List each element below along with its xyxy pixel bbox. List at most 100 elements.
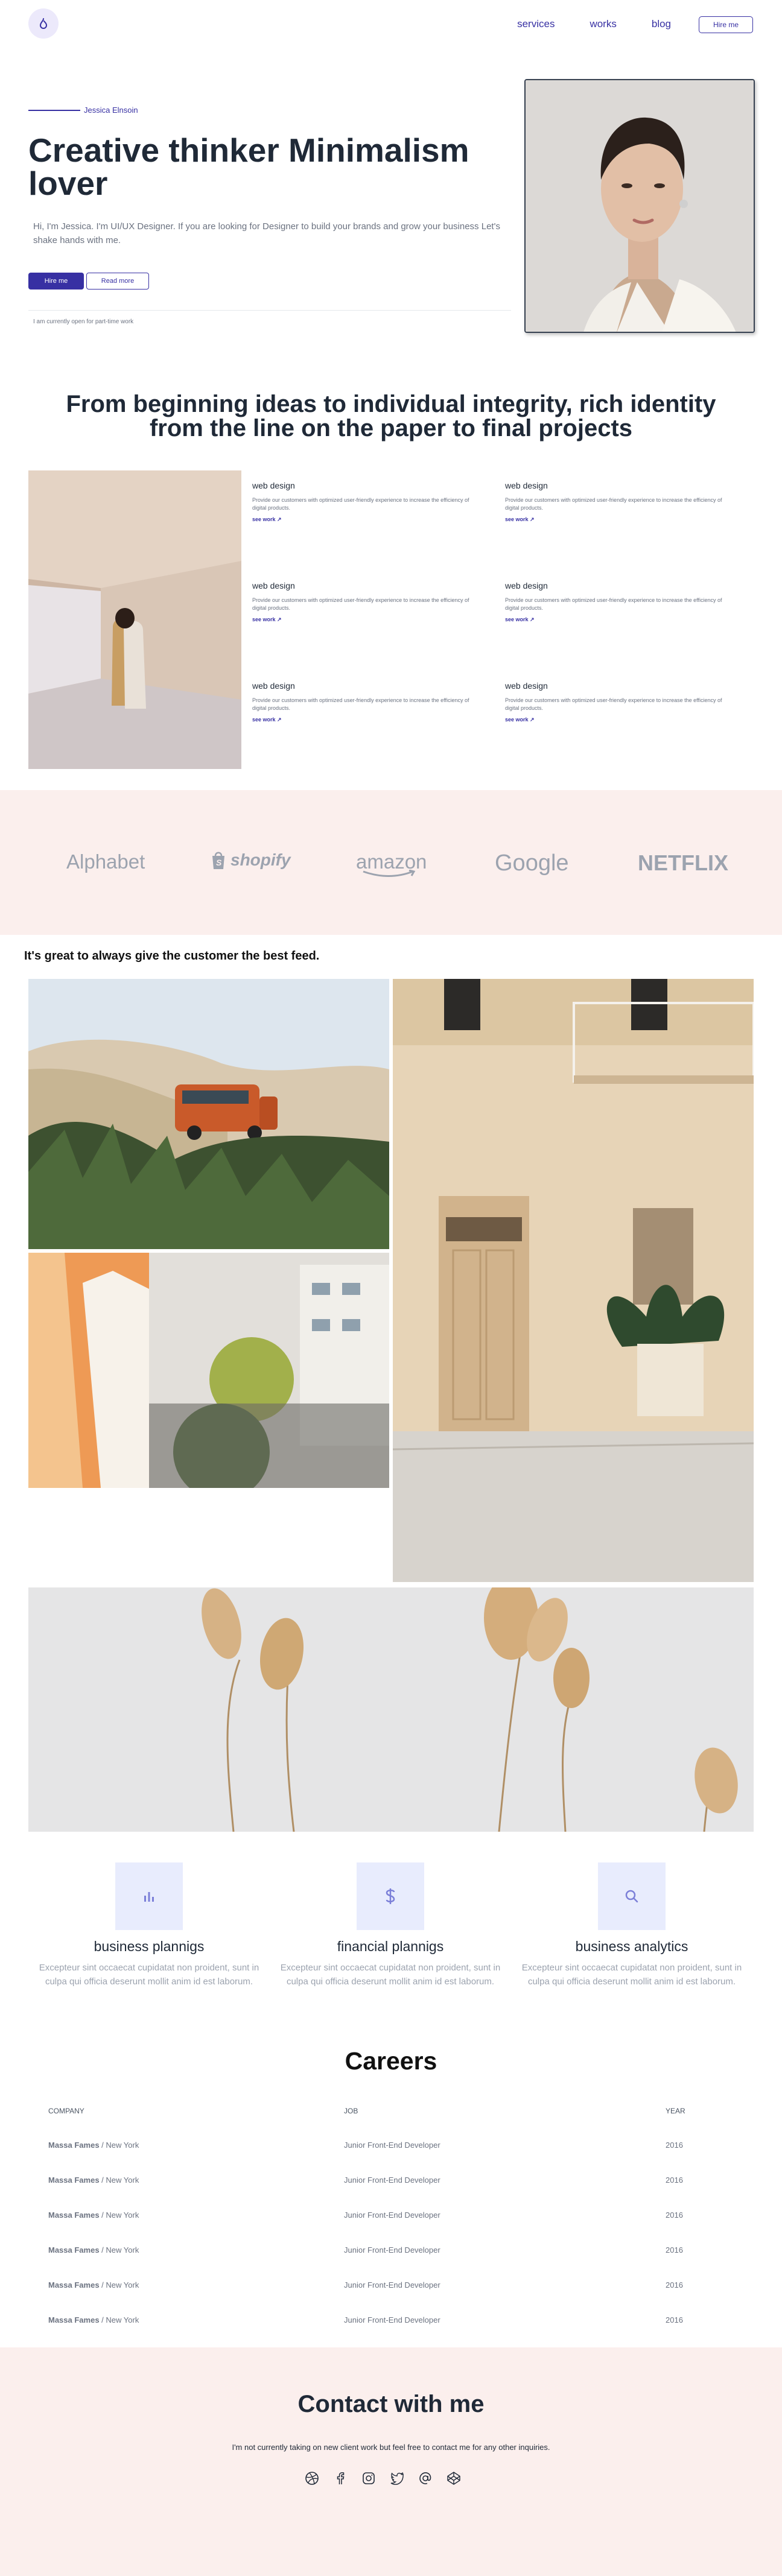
brand-logos-section: Alphabet S shopify amazon Google NETFLIX [0, 790, 782, 935]
portrait-photo [524, 79, 755, 333]
google-logo: Google [495, 850, 569, 876]
codepen-icon[interactable] [445, 2470, 462, 2487]
company-location: New York [106, 2210, 139, 2220]
service-title: web design [505, 481, 548, 490]
company-cell: Massa Fames / New York [48, 2245, 139, 2255]
company-name: Massa Fames [48, 2245, 100, 2255]
see-work-link[interactable]: see work ↗ [505, 516, 722, 523]
company-location: New York [106, 2280, 139, 2290]
ideas-title-line-2: from the line on the paper to final proj… [149, 415, 633, 441]
company-name: Massa Fames [48, 2176, 100, 2185]
city-street-photo [28, 1253, 389, 1488]
service-item: web design Provide our customers with op… [252, 581, 469, 623]
see-work-link[interactable]: see work ↗ [252, 717, 469, 723]
alphabet-logo: Alphabet [66, 850, 145, 873]
feature-description: Excepteur sint occaecat cupidatat non pr… [521, 1963, 742, 1987]
feature-title: financial plannigs [337, 1938, 444, 1954]
shopify-text: shopify [230, 850, 291, 869]
gallery-title: It's great to always give the customer t… [24, 949, 320, 963]
job-cell: Junior Front-End Developer [344, 2210, 440, 2220]
service-description: Provide our customers with optimized use… [252, 597, 469, 611]
at-icon[interactable] [417, 2470, 434, 2487]
careers-title: Careers [345, 2047, 437, 2075]
column-header-year: YEAR [666, 2107, 685, 2115]
van-photo [28, 979, 389, 1249]
nav-services-link[interactable]: services [517, 18, 555, 30]
company-cell: Massa Fames / New York [48, 2210, 139, 2220]
amazon-logo: amazon [356, 850, 427, 877]
social-links [304, 2470, 462, 2487]
table-row: Massa Fames / New York Junior Front-End … [48, 2280, 734, 2293]
feature-description: Excepteur sint occaecat cupidatat non pr… [280, 1963, 501, 1987]
company-cell: Massa Fames / New York [48, 2141, 139, 2150]
column-header-company: COMPANY [48, 2107, 84, 2115]
logo[interactable] [28, 8, 59, 39]
service-description: Provide our customers with optimized use… [505, 597, 722, 611]
service-title: web design [252, 481, 295, 490]
company-cell: Massa Fames / New York [48, 2315, 139, 2324]
read-more-button[interactable]: Read more [86, 273, 149, 290]
company-cell: Massa Fames / New York [48, 2176, 139, 2185]
feature-financial-plannigs: financial plannigs Excepteur sint occaec… [276, 1862, 505, 1989]
job-cell: Junior Front-End Developer [344, 2315, 440, 2324]
job-cell: Junior Front-End Developer [344, 2280, 440, 2290]
shopify-logo: S shopify [210, 850, 291, 870]
year-cell: 2016 [666, 2176, 683, 2185]
ideas-title: From beginning ideas to individual integ… [0, 392, 782, 440]
service-item: web design Provide our customers with op… [505, 681, 722, 723]
logo-icon [39, 18, 48, 29]
service-description: Provide our customers with optimized use… [252, 497, 469, 511]
hero-tag-text: Jessica Elnsoin [84, 106, 138, 115]
year-cell: 2016 [666, 2245, 683, 2255]
availability-note: I am currently open for part-time work [33, 318, 134, 325]
twitter-icon[interactable] [389, 2470, 405, 2487]
year-cell: 2016 [666, 2210, 683, 2220]
couple-photo [28, 470, 241, 769]
divider [28, 310, 511, 311]
company-name: Massa Fames [48, 2315, 100, 2324]
hire-me-button[interactable]: Hire me [28, 273, 84, 290]
svg-text:S: S [216, 858, 222, 867]
feature-title: business plannigs [94, 1938, 205, 1954]
see-work-link[interactable]: see work ↗ [505, 616, 722, 623]
table-row: Massa Fames / New York Junior Front-End … [48, 2315, 734, 2328]
year-cell: 2016 [666, 2315, 683, 2324]
see-work-link[interactable]: see work ↗ [252, 516, 469, 523]
company-name: Massa Fames [48, 2210, 100, 2220]
table-row: Massa Fames / New York Junior Front-End … [48, 2210, 734, 2223]
job-cell: Junior Front-End Developer [344, 2141, 440, 2150]
nav-works-link[interactable]: works [590, 18, 616, 30]
company-name: Massa Fames [48, 2280, 100, 2290]
company-cell: Massa Fames / New York [48, 2280, 139, 2290]
service-item: web design Provide our customers with op… [505, 581, 722, 623]
hire-me-nav-button[interactable]: Hire me [699, 16, 753, 33]
contact-text: I'm not currently taking on new client w… [232, 2443, 550, 2452]
nav-links: services works blog [517, 18, 671, 30]
building-door-photo [393, 979, 754, 1582]
year-cell: 2016 [666, 2280, 683, 2290]
bar-chart-icon [115, 1862, 183, 1930]
table-row: Massa Fames / New York Junior Front-End … [48, 2141, 734, 2153]
ideas-title-line-1: From beginning ideas to individual integ… [66, 391, 716, 417]
service-description: Provide our customers with optimized use… [505, 697, 722, 711]
dribbble-icon[interactable] [304, 2470, 320, 2487]
job-cell: Junior Front-End Developer [344, 2176, 440, 2185]
feature-description: Excepteur sint occaecat cupidatat non pr… [39, 1963, 259, 1987]
hero-tag: Jessica Elnsoin [28, 106, 138, 115]
see-work-link[interactable]: see work ↗ [252, 616, 469, 623]
feature-title: business analytics [575, 1938, 688, 1954]
service-item: web design Provide our customers with op… [252, 681, 469, 723]
feature-business-analytics: business analytics Excepteur sint occaec… [517, 1862, 746, 1989]
netflix-logo: NETFLIX [638, 850, 728, 875]
nav-blog-link[interactable]: blog [652, 18, 671, 30]
company-location: New York [106, 2315, 139, 2324]
company-location: New York [106, 2141, 139, 2150]
service-title: web design [505, 581, 548, 590]
instagram-icon[interactable] [360, 2470, 377, 2487]
company-name: Massa Fames [48, 2141, 100, 2150]
service-description: Provide our customers with optimized use… [505, 497, 722, 511]
amazon-smile-icon [363, 870, 416, 877]
see-work-link[interactable]: see work ↗ [505, 717, 722, 723]
company-location: New York [106, 2176, 139, 2185]
facebook-icon[interactable] [332, 2470, 349, 2487]
